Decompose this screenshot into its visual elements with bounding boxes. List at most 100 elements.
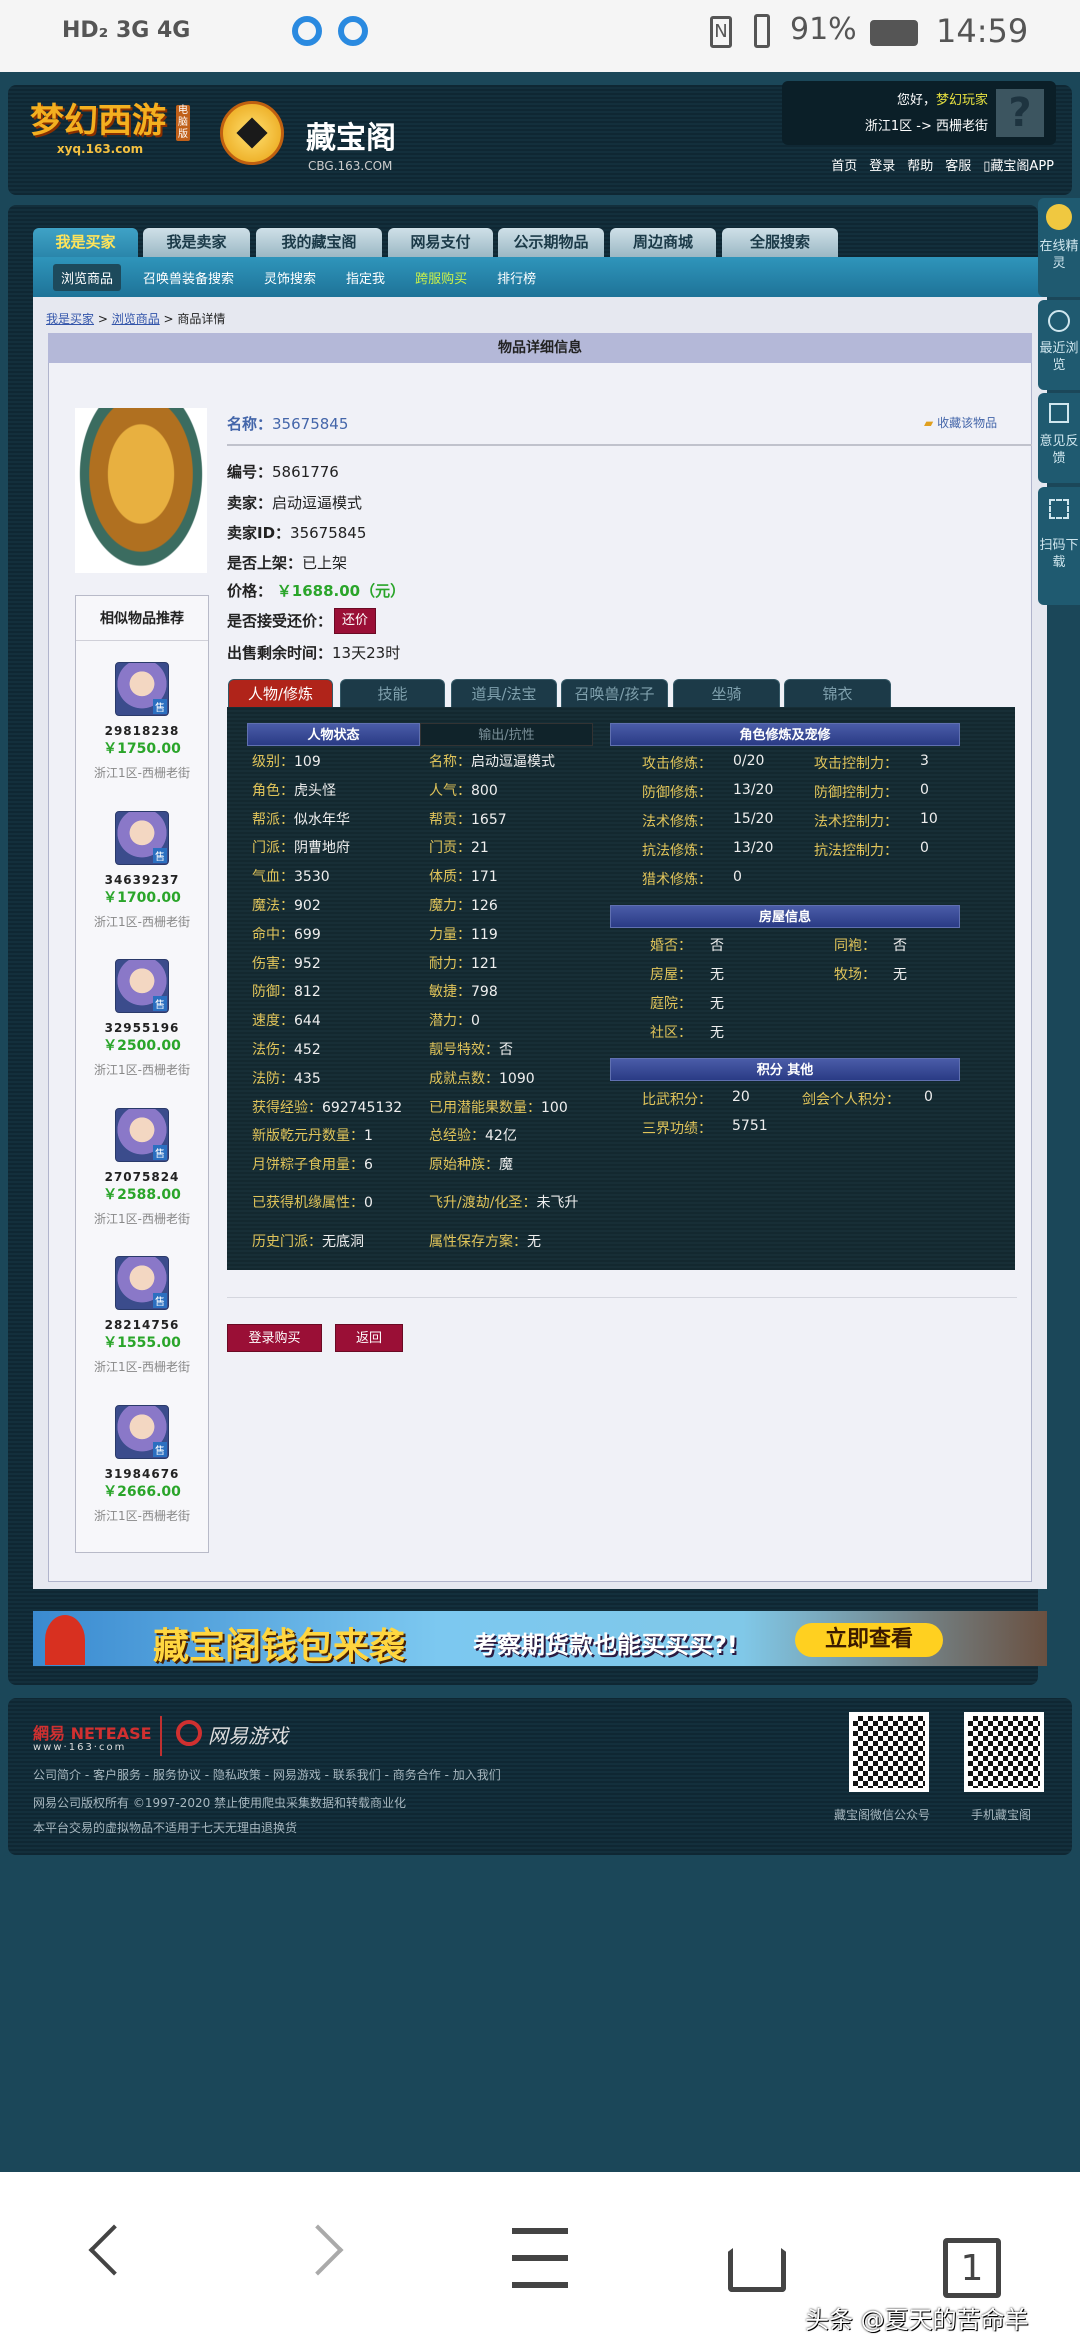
stat-value: 644 — [294, 1013, 321, 1030]
detail-tab[interactable]: 召唤兽/孩子 — [561, 679, 668, 707]
qr-label-app: 手机藏宝阁 — [971, 1808, 1032, 1822]
cultivation-header: 角色修炼及宠修 — [610, 723, 960, 746]
tab-buyer[interactable]: 我是买家 — [33, 228, 138, 257]
stat-value: 692745132 — [322, 1099, 403, 1116]
stat-value: 无 — [893, 967, 907, 983]
colon: ： — [280, 898, 294, 914]
stat-row: 原始种族：魔 — [429, 1156, 609, 1175]
recommend-item[interactable]: 售 32955196 ￥2500.00 浙江1区-西栅老街 — [75, 959, 209, 1078]
info-value: 35675845 — [290, 524, 367, 542]
back-button[interactable]: 返回 — [335, 1324, 403, 1352]
info-label: 卖家： — [227, 494, 273, 512]
detail-tab[interactable]: 道具/法宝 — [451, 679, 557, 707]
link-home[interactable]: 首页 — [831, 155, 857, 174]
side-label: 扫码下载 — [1039, 538, 1079, 570]
subnav-cross-server[interactable]: 跨服购买 — [407, 264, 475, 291]
link-service[interactable]: 客服 — [945, 155, 971, 174]
clock: 14:59 — [936, 12, 1029, 50]
bargain-button[interactable]: 还价 — [334, 608, 376, 634]
side-recent-browse[interactable]: 最近浏览 — [1038, 300, 1080, 390]
battery-icon — [870, 20, 918, 46]
stat-label: 法术控制力： — [814, 814, 898, 830]
stat-row: 潜力：0 — [429, 1012, 609, 1031]
stat-value: 否 — [893, 938, 907, 954]
home-icon[interactable] — [728, 2230, 786, 2292]
tab-output-resist[interactable]: 输出/抗性 — [420, 723, 593, 746]
recommend-server: 浙江1区-西栅老街 — [94, 766, 190, 780]
login-buy-button[interactable]: 登录购买 — [227, 1324, 322, 1352]
menu-icon[interactable] — [512, 2228, 568, 2288]
subnav-pet-equip-search[interactable]: 召唤兽装备搜索 — [135, 264, 242, 291]
tab-character-status[interactable]: 人物状态 — [247, 723, 420, 746]
stat-label: 新版乾元丹数量 — [252, 1128, 350, 1145]
recommend-id: 34639237 — [104, 872, 180, 887]
tab-public-items[interactable]: 公示期物品 — [498, 228, 604, 257]
stat-label: 抗法控制力： — [814, 843, 898, 859]
stat-label: 飞升/渡劫/化圣 — [429, 1195, 523, 1211]
detail-tab[interactable]: 锦衣 — [784, 679, 891, 707]
detail-tab[interactable]: 技能 — [340, 679, 445, 707]
signal-icons: HD₂ 3G 4G — [62, 18, 191, 43]
stat-value: 否 — [710, 938, 724, 954]
subnav-ranking[interactable]: 排行榜 — [489, 264, 544, 291]
info-row: 编号：5861776 — [227, 461, 339, 482]
footer-links[interactable]: 公司简介 - 客户服务 - 服务协议 - 隐私政策 - 网易游戏 - 联系我们 … — [33, 1766, 501, 1783]
breadcrumb-current: 商品详情 — [177, 312, 226, 326]
recommend-price: ￥1555.00 — [103, 1335, 181, 1351]
stat-row: 级别：109 — [252, 753, 427, 772]
banner-cta[interactable]: 立即查看 — [795, 1623, 943, 1657]
favorite-button[interactable]: ▰ 收藏该物品 — [924, 414, 997, 431]
recommend-item[interactable]: 售 28214756 ￥1555.00 浙江1区-西栅老街 — [75, 1256, 209, 1375]
colon: ： — [280, 1070, 294, 1087]
info-row: 卖家：启动逗逼模式 — [227, 492, 362, 513]
app-notification-icon — [338, 16, 368, 46]
subnav-assigned[interactable]: 指定我 — [338, 264, 393, 291]
recommend-item[interactable]: 售 31984676 ￥2666.00 浙江1区-西栅老街 — [75, 1404, 209, 1524]
back-icon[interactable] — [88, 2224, 140, 2276]
tab-seller[interactable]: 我是卖家 — [143, 228, 250, 257]
stat-row: 靓号特效：否 — [429, 1041, 609, 1060]
recommend-item[interactable]: 售 29818238 ￥1750.00 浙江1区-西栅老街 — [75, 662, 209, 781]
divider — [76, 640, 208, 641]
house-header: 房屋信息 — [610, 905, 960, 928]
recommend-item[interactable]: 售 27075824 ￥2588.00 浙江1区-西栅老街 — [75, 1107, 209, 1227]
stat-row: 门派：阴曹地府 — [252, 839, 427, 858]
colon: ： — [457, 955, 471, 972]
stat-label: 敏捷 — [429, 984, 457, 1001]
subnav-ornament-search[interactable]: 灵饰搜索 — [256, 264, 324, 291]
tab-mall[interactable]: 周边商城 — [610, 228, 716, 257]
link-login[interactable]: 登录 — [869, 155, 895, 174]
side-online-assistant[interactable]: 在线精灵 — [1038, 198, 1080, 297]
app-qr-code — [964, 1712, 1044, 1792]
username[interactable]: 梦幻玩家 — [936, 93, 988, 108]
breadcrumb-browse[interactable]: 浏览商品 — [112, 312, 160, 326]
detail-tab[interactable]: 人物/修炼 — [228, 679, 333, 707]
header-links: 首页 登录 帮助 客服 ▯藏宝阁APP — [782, 155, 1054, 174]
tab-netease-pay[interactable]: 网易支付 — [388, 228, 493, 257]
side-feedback[interactable]: 意见反馈 — [1038, 393, 1080, 483]
subnav-browse[interactable]: 浏览商品 — [53, 263, 122, 291]
favorite-label: 收藏该物品 — [937, 416, 998, 430]
mhxy-logo[interactable]: 梦幻西游 xyq.163.com — [30, 93, 170, 163]
recommend-server: 浙江1区-西栅老街 — [94, 1360, 190, 1374]
stat-label: 原始种族 — [429, 1157, 485, 1174]
tabs-button[interactable]: 1 — [943, 2238, 1001, 2298]
tab-my-cbg[interactable]: 我的藏宝阁 — [256, 228, 382, 257]
stat-label: 社区： — [650, 1025, 692, 1041]
stat-label: 总经验 — [429, 1128, 471, 1145]
side-scan-download[interactable]: 扫码下载 — [1038, 487, 1080, 605]
forward-icon[interactable] — [292, 2224, 344, 2276]
promo-banner[interactable]: 藏宝阁钱包来袭 考察期货款也能买买买?! 立即查看 — [33, 1611, 1047, 1666]
stat-row: 速度：644 — [252, 1012, 427, 1031]
recommend-item[interactable]: 售 34639237 ￥1700.00 浙江1区-西栅老街 — [75, 810, 209, 930]
stat-value: 3530 — [294, 869, 330, 886]
breadcrumb-buyer[interactable]: 我是买家 — [46, 312, 94, 326]
stat-row: 新版乾元丹数量：1 — [252, 1127, 427, 1146]
tab-global-search[interactable]: 全服搜索 — [722, 228, 838, 257]
logo-text: 梦幻西游 — [30, 101, 166, 141]
stat-label: 魔力 — [429, 898, 457, 914]
link-app[interactable]: ▯藏宝阁APP — [983, 155, 1054, 174]
link-help[interactable]: 帮助 — [907, 155, 933, 174]
detail-tab[interactable]: 坐骑 — [673, 679, 780, 707]
recommend-price: ￥2588.00 — [103, 1186, 181, 1203]
